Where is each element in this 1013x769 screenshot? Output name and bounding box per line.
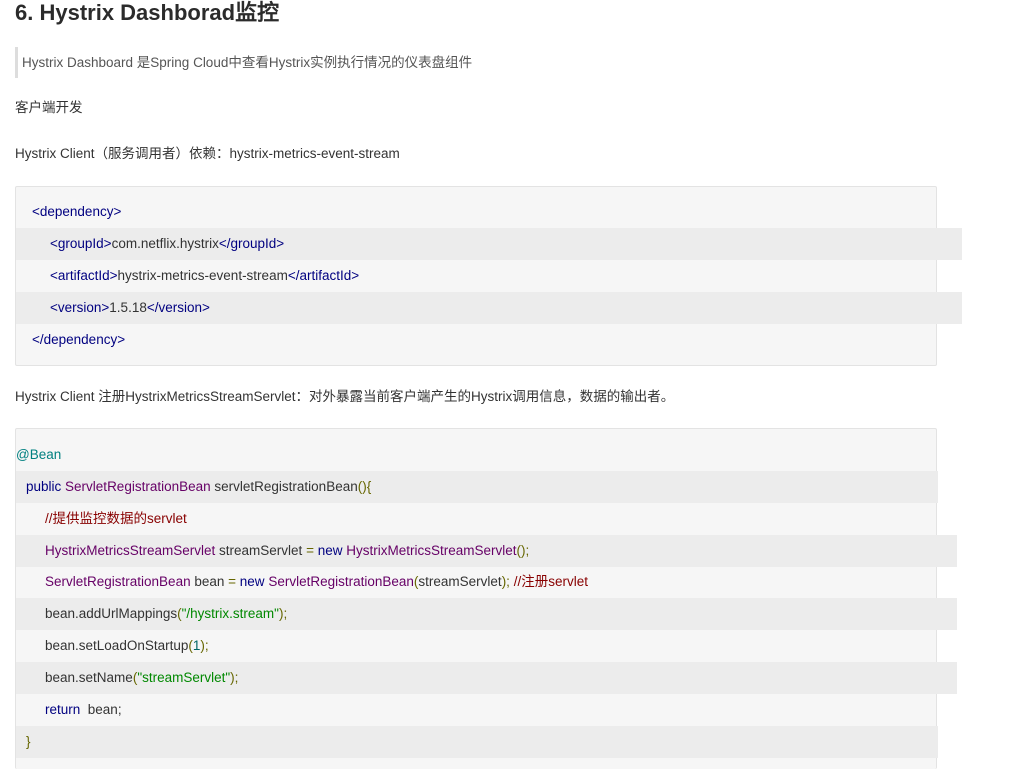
section-heading: 6. Hystrix Dashborad监控 <box>15 0 280 25</box>
xml-tag: <dependency> <box>32 204 122 219</box>
xml-code-block: <dependency> <groupId>com.netflix.hystri… <box>15 186 962 366</box>
java-code-block: @Bean public ServletRegistrationBean ser… <box>15 428 957 769</box>
paragraph-dependency-intro: Hystrix Client（服务调用者）依赖：hystrix-metrics-… <box>15 146 400 161</box>
code-line: } <box>16 726 938 758</box>
code-line: @Bean <box>16 439 928 471</box>
xml-value: com.netflix.hystrix <box>111 236 219 251</box>
code-line: public ServletRegistrationBean servletRe… <box>16 471 938 503</box>
xml-tag: </dependency> <box>32 332 126 347</box>
xml-tag: <version> <box>50 300 110 315</box>
code-line: <version>1.5.18</version> <box>16 292 962 324</box>
code-line: HystrixMetricsStreamServlet streamServle… <box>16 535 957 567</box>
xml-tag: <artifactId> <box>50 268 118 283</box>
xml-tag: </artifactId> <box>287 268 360 283</box>
xml-tag: <groupId> <box>50 236 112 251</box>
code-line: return bean; <box>45 702 122 717</box>
code-comment: //提供监控数据的servlet <box>45 511 187 526</box>
java-annotation: @Bean <box>16 447 62 462</box>
code-line: <artifactId>hystrix-metrics-event-stream… <box>16 260 962 292</box>
code-line: <groupId>com.netflix.hystrix</groupId> <box>16 228 962 260</box>
code-comment: //注册servlet <box>509 574 588 589</box>
xml-value: 1.5.18 <box>109 300 147 315</box>
code-line: </dependency> <box>16 324 944 356</box>
code-line: //提供监控数据的servlet <box>16 503 957 535</box>
code-line: bean.addUrlMappings("/hystrix.stream"); <box>16 598 957 630</box>
paragraph-servlet-intro: Hystrix Client 注册HystrixMetricsStreamSer… <box>15 389 675 404</box>
code-line: bean.setLoadOnStartup(1); <box>45 638 209 653</box>
code-line: bean.setName("streamServlet"); <box>16 662 957 694</box>
code-line: ServletRegistrationBean bean = new Servl… <box>45 574 588 589</box>
blockquote: Hystrix Dashboard 是Spring Cloud中查看Hystri… <box>15 47 935 78</box>
xml-value: hystrix-metrics-event-stream <box>117 268 288 283</box>
xml-tag: </groupId> <box>218 236 285 251</box>
paragraph-client-dev: 客户端开发 <box>15 100 83 115</box>
code-line: <dependency> <box>16 196 944 228</box>
xml-tag: </version> <box>146 300 210 315</box>
